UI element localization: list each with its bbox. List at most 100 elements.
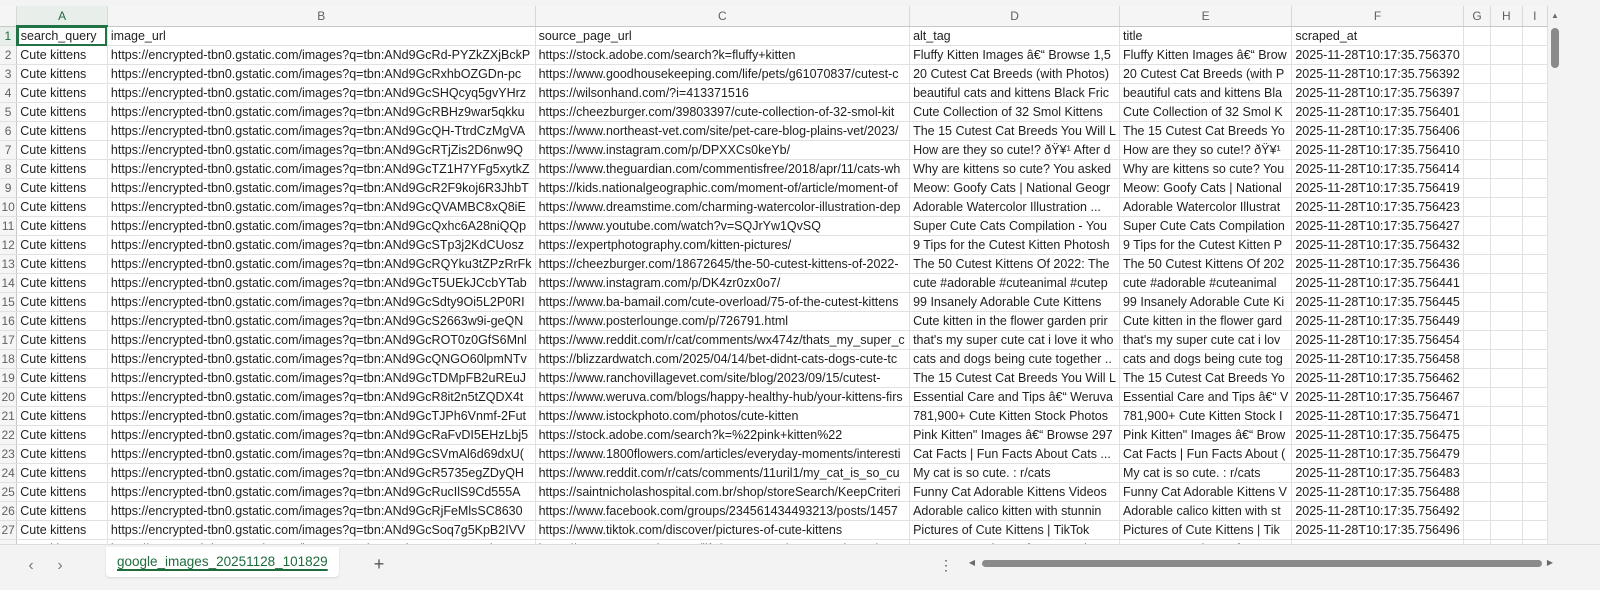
cell[interactable]	[1522, 463, 1548, 483]
cell[interactable]: Cute kittens	[16, 501, 108, 521]
header-cell[interactable]: source_page_url	[535, 26, 911, 46]
column-header-e[interactable]: E	[1119, 6, 1293, 27]
row-header[interactable]: 24	[0, 463, 18, 483]
cell[interactable]	[1522, 45, 1548, 65]
cell[interactable]	[1522, 311, 1548, 331]
cell[interactable]: https://encrypted-tbn0.gstatic.com/image…	[107, 216, 536, 236]
more-vertical-icon[interactable]: ⋮	[939, 555, 953, 575]
cell[interactable]: Cute kittens	[16, 425, 108, 445]
cell[interactable]: Cat Facts | Fun Facts About (	[1119, 444, 1293, 464]
column-header-d[interactable]: D	[909, 6, 1120, 27]
cell[interactable]	[1522, 425, 1548, 445]
cell[interactable]: How are they so cute!? ðŸ¥¹ After d	[909, 140, 1120, 160]
select-all-corner[interactable]	[0, 6, 18, 27]
column-header-i[interactable]: I	[1522, 6, 1548, 27]
column-header-a[interactable]: A	[16, 6, 108, 27]
cell[interactable]: 20 Cutest Cat Breeds (with Photos)	[909, 64, 1120, 84]
cell[interactable]	[1522, 330, 1548, 350]
cell[interactable]: https://www.1800flowers.com/articles/eve…	[535, 444, 911, 464]
cell[interactable]	[1463, 368, 1492, 388]
cell[interactable]: 2025-11-28T10:17:35.756397	[1291, 83, 1464, 103]
cell[interactable]: The 15 Cutest Cat Breeds Yo	[1119, 368, 1293, 388]
cell[interactable]: Fluffy Kitten Images â€“ Browse 1,5	[909, 45, 1120, 65]
cell[interactable]: https://encrypted-tbn0.gstatic.com/image…	[107, 45, 536, 65]
cell[interactable]: Cute kitten in the flower gard	[1119, 311, 1293, 331]
cell[interactable]: Cute kittens	[16, 64, 108, 84]
cell[interactable]: 2025-11-28T10:17:35.756445	[1291, 292, 1464, 312]
column-header-g[interactable]: G	[1463, 6, 1492, 27]
cell[interactable]: https://encrypted-tbn0.gstatic.com/image…	[107, 368, 536, 388]
cell[interactable]: https://www.ranchovillagevet.com/site/bl…	[535, 368, 911, 388]
cell[interactable]: Cute kittens	[16, 368, 108, 388]
row-header[interactable]: 9	[0, 178, 18, 198]
cell[interactable]: https://www.tiktok.com/discover/pictures…	[535, 520, 911, 540]
cell[interactable]: https://encrypted-tbn0.gstatic.com/image…	[107, 121, 536, 141]
cell[interactable]: Adorable calico kitten with stunnin	[909, 501, 1120, 521]
cell[interactable]	[1463, 349, 1492, 369]
cell[interactable]	[1522, 216, 1548, 236]
cell[interactable]: 9 Tips for the Cutest Kitten P	[1119, 235, 1293, 255]
cell[interactable]: https://www.istockphoto.com/photos/cute-…	[535, 406, 911, 426]
column-header-b[interactable]: B	[107, 6, 536, 27]
chevron-left-icon[interactable]: ‹	[22, 557, 40, 575]
cell[interactable]: 9 Tips for the Cutest Kitten Photosh	[909, 235, 1120, 255]
cell[interactable]: https://encrypted-tbn0.gstatic.com/image…	[107, 330, 536, 350]
cell[interactable]	[1490, 140, 1523, 160]
row-header[interactable]: 18	[0, 349, 18, 369]
cell[interactable]: cats and dogs being cute together ..	[909, 349, 1120, 369]
cell[interactable]: https://www.instagram.com/p/DPXXCs0keYb/	[535, 140, 911, 160]
cell[interactable]: Funny Cat Adorable Kittens V	[1119, 482, 1293, 502]
cell[interactable]: https://blizzardwatch.com/2025/04/14/bet…	[535, 349, 911, 369]
cell[interactable]: Cute kitten in the flower garden prir	[909, 311, 1120, 331]
cell[interactable]	[1463, 444, 1492, 464]
cell[interactable]: Pink Kitten" Images â€“ Browse 297	[909, 425, 1120, 445]
cell[interactable]: 2025-11-28T10:17:35.756436	[1291, 254, 1464, 274]
cell[interactable]	[1463, 178, 1492, 198]
cell[interactable]: Adorable Watercolor Illustration ...	[909, 197, 1120, 217]
cell[interactable]: https://encrypted-tbn0.gstatic.com/image…	[107, 406, 536, 426]
sheet-tab-active[interactable]: google_images_20251128_101829	[106, 547, 339, 577]
cell[interactable]	[1463, 463, 1492, 483]
cell[interactable]: The 15 Cutest Cat Breeds Yo	[1119, 121, 1293, 141]
cell[interactable]	[1490, 273, 1523, 293]
cell[interactable]: The 50 Cutest Kittens Of 2022: The	[909, 254, 1120, 274]
cell[interactable]	[1490, 216, 1523, 236]
cell[interactable]	[1490, 235, 1523, 255]
cell[interactable]: https://encrypted-tbn0.gstatic.com/image…	[107, 102, 536, 122]
cell[interactable]: 2025-11-28T10:17:35.756475	[1291, 425, 1464, 445]
row-header[interactable]: 21	[0, 406, 18, 426]
cell[interactable]	[1463, 387, 1492, 407]
cell[interactable]	[1463, 254, 1492, 274]
cell[interactable]: Cute kittens	[16, 83, 108, 103]
cell[interactable]: https://wilsonhand.com/?i=413371516	[535, 83, 911, 103]
cell[interactable]	[1490, 425, 1523, 445]
cell[interactable]: 2025-11-28T10:17:35.756483	[1291, 463, 1464, 483]
cell[interactable]: https://encrypted-tbn0.gstatic.com/image…	[107, 501, 536, 521]
cell[interactable]	[1463, 102, 1492, 122]
cell[interactable]	[1463, 216, 1492, 236]
cell[interactable]	[1490, 463, 1523, 483]
cell[interactable]: Cute kittens	[16, 254, 108, 274]
cell[interactable]: https://stock.adobe.com/search?k=%22pink…	[535, 425, 911, 445]
cell[interactable]	[1522, 520, 1548, 540]
cell[interactable]: https://encrypted-tbn0.gstatic.com/image…	[107, 140, 536, 160]
cell[interactable]: https://stock.adobe.com/search?k=fluffy+…	[535, 45, 911, 65]
cell[interactable]: 2025-11-28T10:17:35.756462	[1291, 368, 1464, 388]
cell[interactable]: Cute kittens	[16, 482, 108, 502]
cell[interactable]: 2025-11-28T10:17:35.756401	[1291, 102, 1464, 122]
row-header[interactable]: 17	[0, 330, 18, 350]
cell[interactable]: 781,900+ Cute Kitten Stock I	[1119, 406, 1293, 426]
cell[interactable]	[1522, 368, 1548, 388]
cell[interactable]: 2025-11-28T10:17:35.756427	[1291, 216, 1464, 236]
cell[interactable]: Meow: Goofy Cats | National Geogr	[909, 178, 1120, 198]
cell[interactable]: Cute kittens	[16, 235, 108, 255]
row-header[interactable]: 23	[0, 444, 18, 464]
cell[interactable]	[1463, 501, 1492, 521]
row-header[interactable]: 4	[0, 83, 18, 103]
row-header[interactable]: 2	[0, 45, 18, 65]
cell[interactable]: Cute kittens	[16, 311, 108, 331]
cell[interactable]: Cute Collection of 32 Smol Kittens	[909, 102, 1120, 122]
cell[interactable]: 2025-11-28T10:17:35.756458	[1291, 349, 1464, 369]
header-cell[interactable]: scraped_at	[1291, 26, 1464, 46]
cell[interactable]: https://encrypted-tbn0.gstatic.com/image…	[107, 273, 536, 293]
